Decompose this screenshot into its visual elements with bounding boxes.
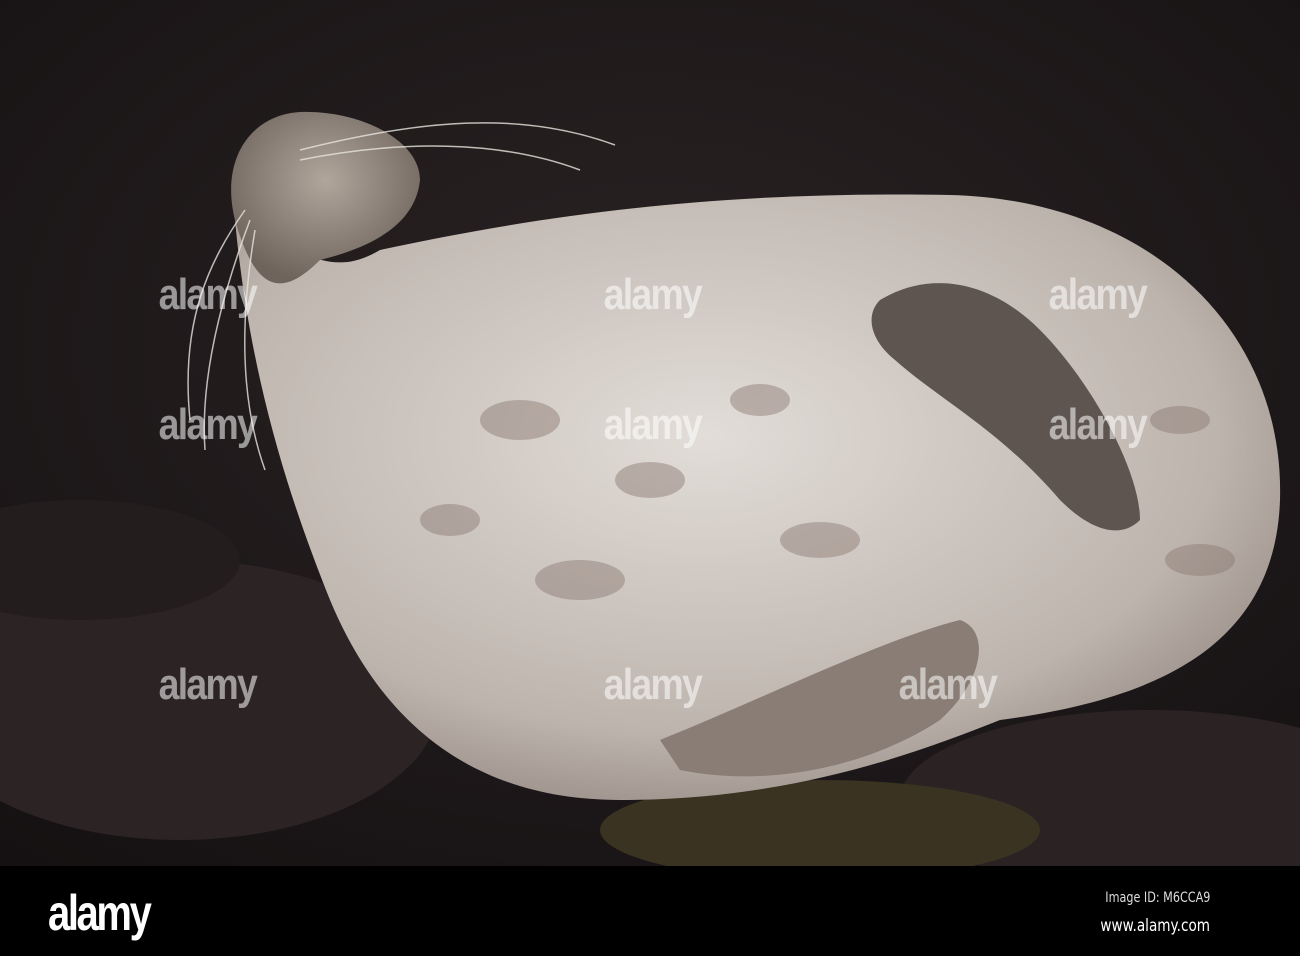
watermark-text: alamy bbox=[898, 660, 998, 709]
watermark-text: alamy bbox=[1048, 400, 1148, 449]
watermark-text: alamy bbox=[603, 270, 703, 319]
website-url[interactable]: www.alamy.com bbox=[1100, 916, 1210, 936]
alamy-logo: alamy bbox=[48, 885, 152, 941]
watermark-text: alamy bbox=[1048, 270, 1148, 319]
image-id: Image ID: M6CCA9 bbox=[1104, 890, 1210, 906]
watermark-text: alamy bbox=[158, 660, 258, 709]
footer-bar: alamy Image ID: M6CCA9 www.alamy.com bbox=[0, 866, 1300, 956]
watermark-text: alamy bbox=[603, 660, 703, 709]
watermark-text: alamy bbox=[158, 270, 258, 319]
watermark-text: alamy bbox=[158, 400, 258, 449]
watermark-text: alamy bbox=[603, 400, 703, 449]
stock-photo: alamy alamy alamy alamy alamy alamy alamy alamy… bbox=[0, 0, 1300, 956]
